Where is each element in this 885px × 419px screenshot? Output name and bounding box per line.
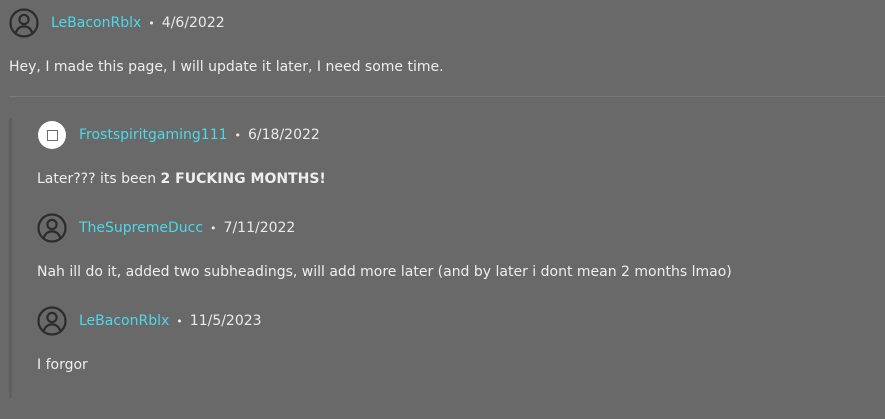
comment-header: Frostspiritgaming111 • 6/18/2022: [37, 119, 320, 151]
reply-thread-line: [9, 118, 12, 398]
comment-author-link[interactable]: TheSupremeDucc: [79, 220, 203, 236]
user-circle-icon[interactable]: [37, 306, 67, 336]
comment-header: LeBaconRblx • 11/5/2023: [37, 305, 262, 337]
comment-date: 4/6/2022: [161, 15, 225, 31]
comment-header: TheSupremeDucc • 7/11/2022: [37, 212, 295, 244]
comment-text-bold: 2 FUCKING MONTHS!: [160, 171, 326, 187]
user-circle-icon[interactable]: [37, 213, 67, 243]
comment-text: Later??? its been 2 FUCKING MONTHS!: [37, 171, 326, 187]
profile-image-icon[interactable]: [37, 120, 67, 150]
thread-divider: [9, 96, 885, 97]
meta-separator: •: [148, 16, 155, 30]
comment-text: I forgor: [37, 357, 88, 373]
meta-separator: •: [210, 221, 217, 235]
meta-separator: •: [234, 128, 242, 142]
comment-header: LeBaconRblx • 4/6/2022: [9, 7, 225, 39]
comment-text: Nah ill do it, added two subheadings, wi…: [37, 264, 732, 280]
comment-date: 11/5/2023: [189, 313, 262, 329]
comment-date: 7/11/2022: [223, 220, 296, 236]
user-circle-icon[interactable]: [9, 8, 39, 38]
comment-text: Hey, I made this page, I will update it …: [9, 59, 444, 75]
comment-author-link[interactable]: LeBaconRblx: [51, 15, 141, 31]
comment-author-link[interactable]: Frostspiritgaming111: [79, 127, 228, 143]
comment-text-plain: Later??? its been: [37, 171, 161, 187]
comment-date: 6/18/2022: [248, 127, 320, 143]
comment-author-link[interactable]: LeBaconRblx: [79, 313, 169, 329]
meta-separator: •: [176, 314, 183, 328]
